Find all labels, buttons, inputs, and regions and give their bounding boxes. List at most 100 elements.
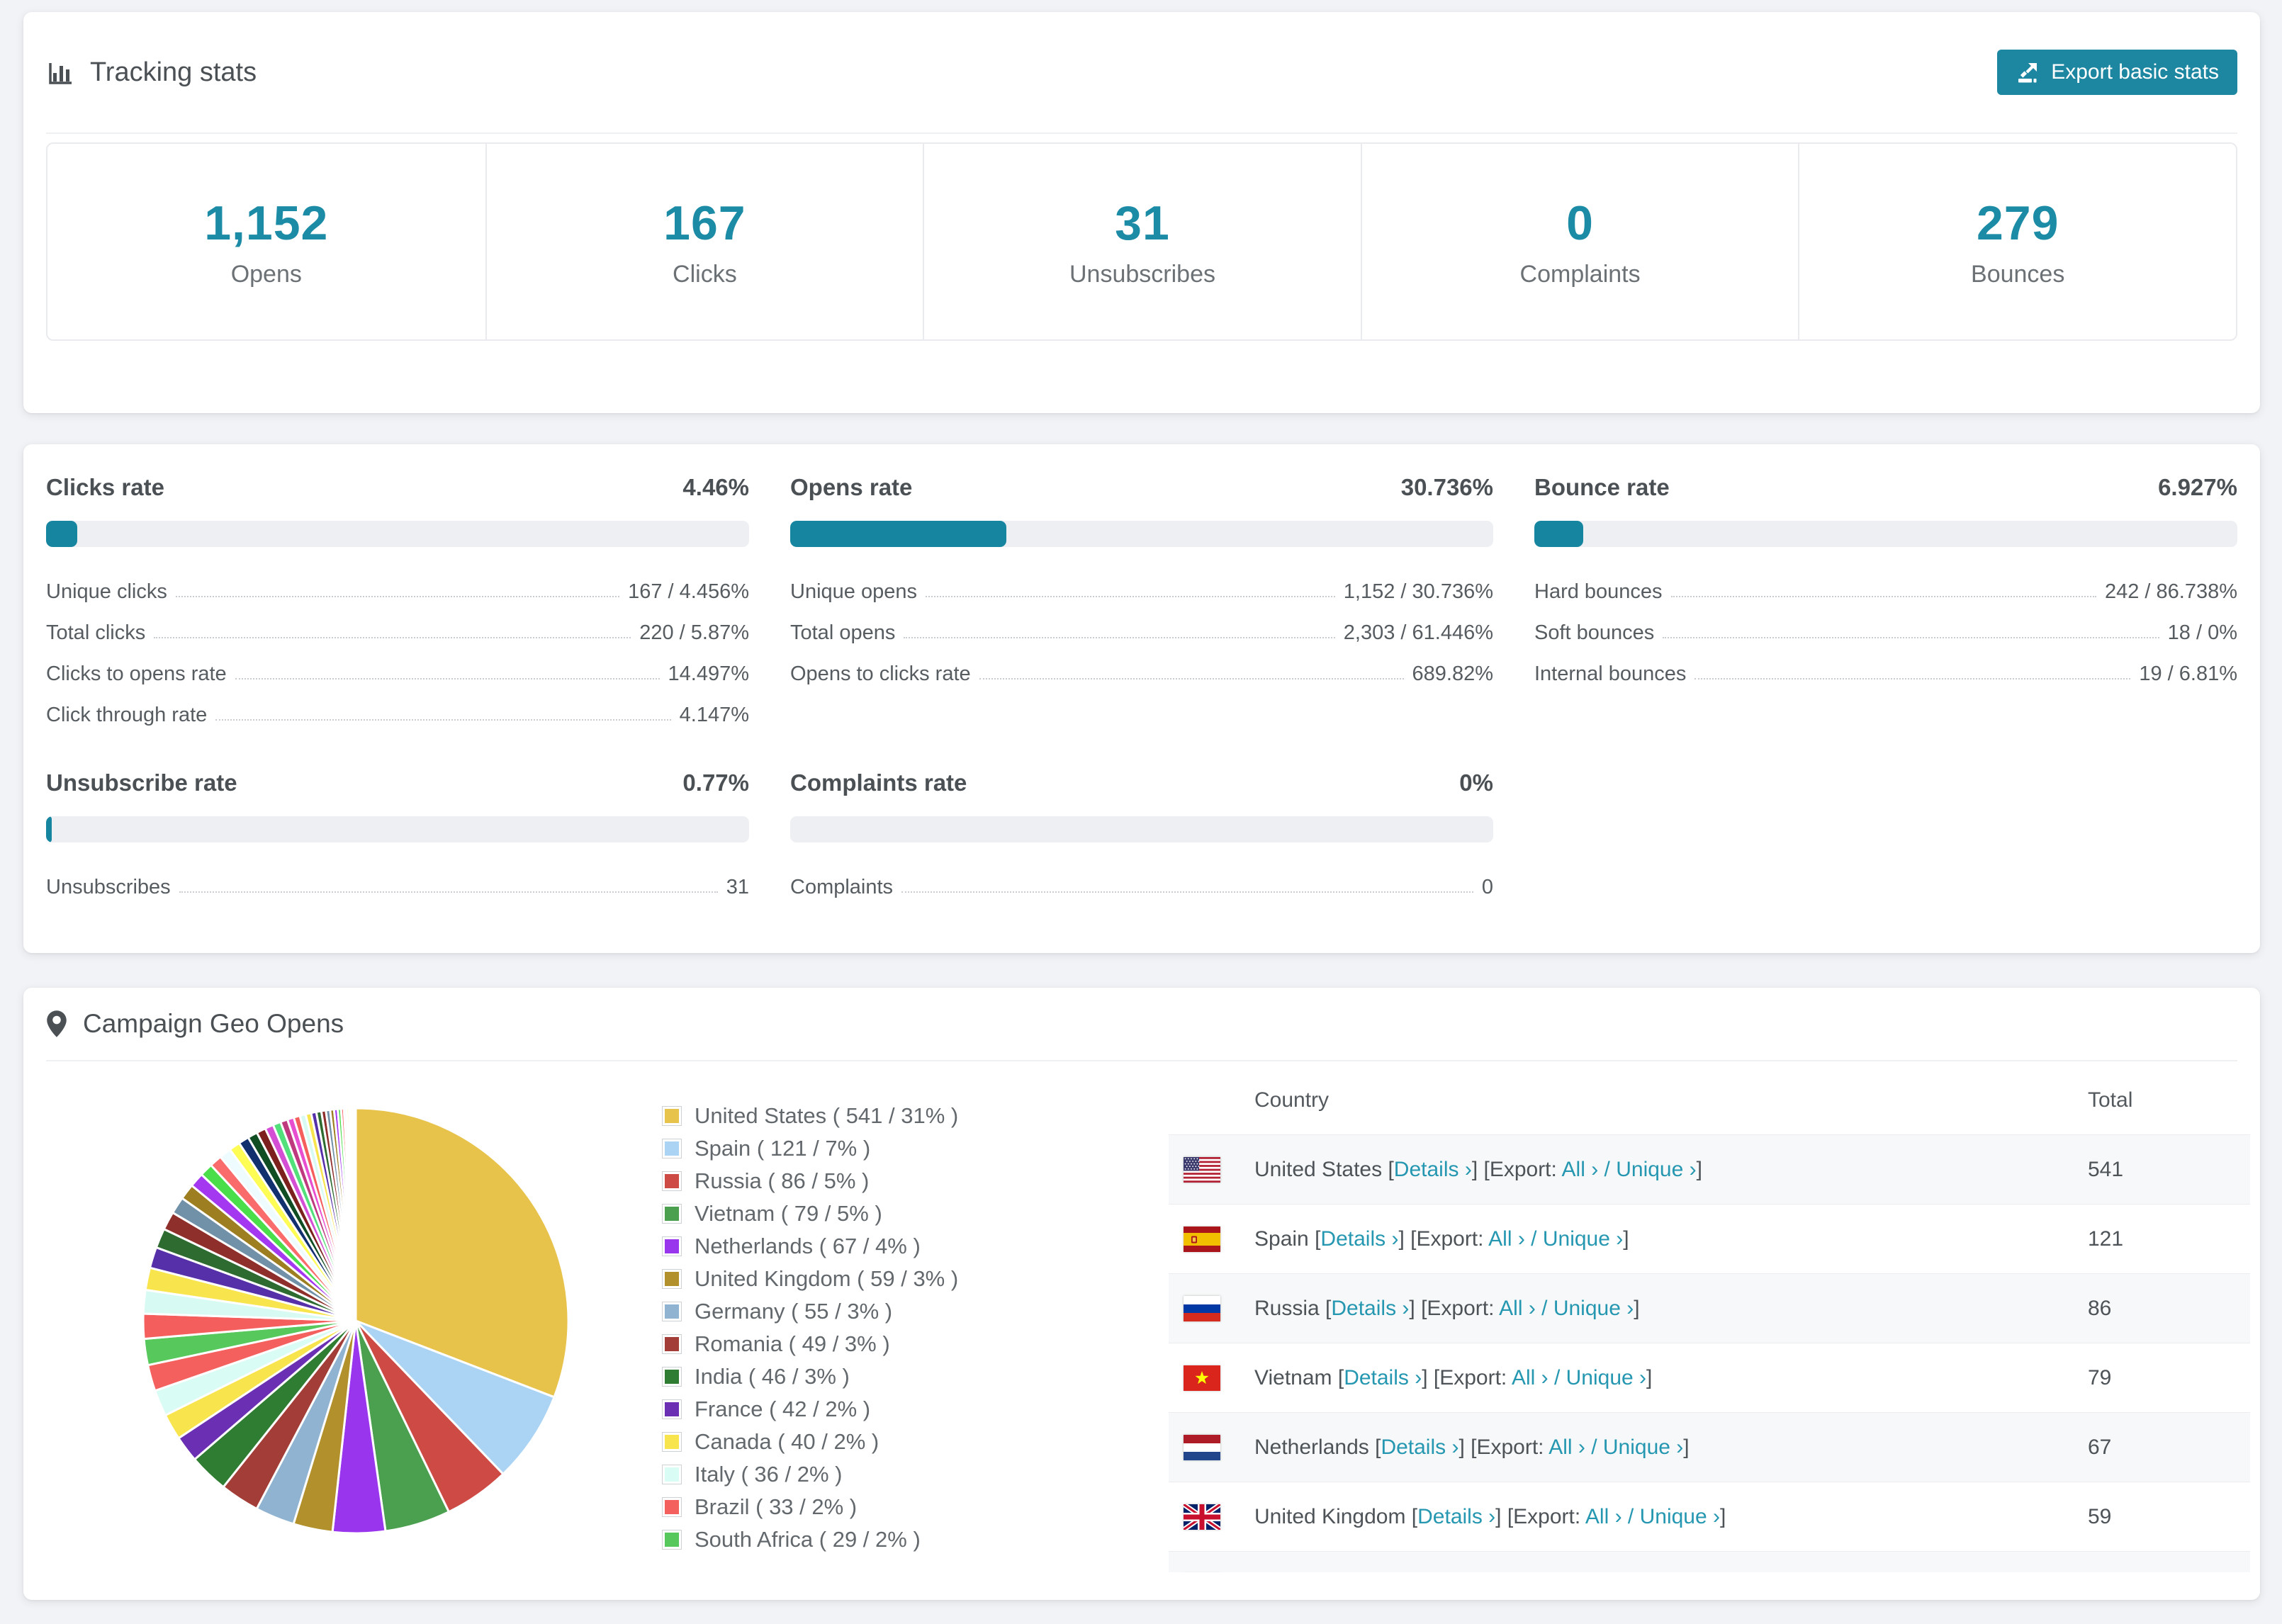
- stat-value: 0: [1566, 196, 1594, 250]
- dotted-leader: [925, 596, 1335, 597]
- rate-progress-fill: [46, 816, 52, 842]
- rate-title: Complaints rate: [790, 769, 967, 796]
- stat-row-label: Hard bounces: [1534, 580, 1663, 603]
- stat-row-unique-clicks: Unique clicks 167 / 4.456%: [46, 563, 749, 604]
- stat-label: Complaints: [1519, 260, 1641, 288]
- stat-row-value: 14.497%: [668, 662, 750, 685]
- export-unique-link[interactable]: Unique ›: [1603, 1436, 1683, 1459]
- page-title: Tracking stats: [90, 57, 257, 87]
- stat-label: Unsubscribes: [1069, 260, 1215, 288]
- export-all-link[interactable]: All ›: [1499, 1297, 1536, 1320]
- flag-icon-ru: [1184, 1295, 1220, 1321]
- legend-swatch: [662, 1269, 682, 1289]
- rate-block-unsubscribe-rate: Unsubscribe rate 0.77% Unsubscribes 31: [46, 769, 749, 899]
- legend-swatch: [662, 1367, 682, 1387]
- details-link[interactable]: Details ›: [1344, 1366, 1422, 1389]
- stat-row-label: Opens to clicks rate: [790, 662, 971, 685]
- legend-label: Spain ( 121 / 7% ): [695, 1136, 871, 1161]
- stat-row-value: 0: [1481, 876, 1493, 898]
- rate-rows: Unique clicks 167 / 4.456% Total clicks 220…: [46, 563, 749, 727]
- stat-row-clicks-to-opens-rate: Clicks to opens rate 14.497%: [46, 645, 749, 686]
- link-separator: /: [1524, 1227, 1543, 1251]
- details-link[interactable]: Details ›: [1381, 1436, 1458, 1459]
- total-cell: 541: [2088, 1157, 2124, 1181]
- rate-value: 4.46%: [682, 474, 749, 500]
- stat-row-opens-to-clicks-rate: Opens to clicks rate 689.82%: [790, 645, 1493, 686]
- dotted-leader: [154, 637, 631, 638]
- rate-progress-fill: [1534, 521, 1583, 547]
- flag-icon-us: [1184, 1156, 1220, 1183]
- export-basic-stats-button[interactable]: Export basic stats: [1997, 50, 2237, 95]
- geo-country-table: Country Total United States [Details ›] …: [1169, 1066, 2250, 1572]
- stat-row-value: 167 / 4.456%: [628, 580, 749, 603]
- export-all-link[interactable]: All ›: [1512, 1366, 1548, 1389]
- stat-value: 167: [663, 196, 746, 250]
- rate-progress-fill: [46, 521, 78, 547]
- stat-row-complaints: Complaints 0: [790, 858, 1493, 899]
- stat-row-internal-bounces: Internal bounces 19 / 6.81%: [1534, 645, 2237, 686]
- export-unique-link[interactable]: Unique ›: [1566, 1366, 1646, 1389]
- export-all-link[interactable]: All ›: [1562, 1158, 1599, 1181]
- stat-row-label: Unique opens: [790, 580, 917, 603]
- details-link[interactable]: Details ›: [1394, 1158, 1472, 1181]
- legend-label: Vietnam ( 79 / 5% ): [695, 1201, 882, 1226]
- rate-header: Clicks rate 4.46%: [46, 474, 749, 501]
- legend-item-france: France ( 42 / 2% ): [662, 1393, 958, 1426]
- rate-rows: Unique opens 1,152 / 30.736% Total opens 2,…: [790, 563, 1493, 686]
- stat-row-value: 4.147%: [679, 704, 749, 726]
- export-button-label: Export basic stats: [2051, 60, 2219, 84]
- rate-title: Unsubscribe rate: [46, 769, 237, 796]
- stat-row-label: Clicks to opens rate: [46, 662, 227, 685]
- export-unique-link[interactable]: Unique ›: [1543, 1227, 1623, 1251]
- legend-item-netherlands: Netherlands ( 67 / 4% ): [662, 1230, 958, 1263]
- pie-slice-unlabeled: [354, 1107, 357, 1322]
- stat-row-click-through-rate: Click through rate 4.147%: [46, 686, 749, 727]
- geo-pie-legend: United States ( 541 / 31% ) Spain ( 121 /…: [662, 1100, 958, 1556]
- export-unique-link[interactable]: Unique ›: [1616, 1158, 1696, 1181]
- country-name: United States: [1254, 1157, 1383, 1181]
- export-all-link[interactable]: All ›: [1585, 1505, 1622, 1528]
- stat-row-label: Complaints: [790, 876, 894, 898]
- stat-row-label: Total opens: [790, 621, 896, 644]
- stat-row-label: Internal bounces: [1534, 662, 1687, 685]
- stat-row-total-opens: Total opens 2,303 / 61.446%: [790, 604, 1493, 645]
- link-separator: /: [1535, 1296, 1553, 1320]
- summary-stats-container: 1,152 Opens 167 Clicks 31 Unsubscribes 0 Compla…: [46, 142, 2237, 341]
- country-cell: United States [Details ›] [Export: All ›…: [1254, 1157, 1702, 1181]
- legend-item-spain: Spain ( 121 / 7% ): [662, 1132, 958, 1165]
- stat-row-value: 1,152 / 30.736%: [1343, 580, 1493, 603]
- stat-row-unsubscribes: Unsubscribes 31: [46, 858, 749, 899]
- dotted-leader: [235, 678, 660, 680]
- legend-label: Russia ( 86 / 5% ): [695, 1168, 870, 1193]
- stat-row-label: Click through rate: [46, 704, 208, 726]
- legend-item-united-kingdom: United Kingdom ( 59 / 3% ): [662, 1263, 958, 1295]
- stat-label: Bounces: [1971, 260, 2065, 288]
- country-name: Spain: [1254, 1227, 1309, 1251]
- rate-title: Bounce rate: [1534, 474, 1670, 500]
- export-all-link[interactable]: All ›: [1488, 1227, 1525, 1251]
- table-row-netherlands: Netherlands [Details ›] [Export: All › /…: [1169, 1412, 2250, 1482]
- total-cell: 67: [2088, 1435, 2112, 1459]
- rate-value: 0%: [1459, 769, 1493, 796]
- details-link[interactable]: Details ›: [1331, 1297, 1409, 1320]
- rate-header: Opens rate 30.736%: [790, 474, 1493, 501]
- legend-swatch: [662, 1465, 682, 1484]
- total-column-header: Total: [2088, 1088, 2133, 1112]
- details-link[interactable]: Details ›: [1417, 1505, 1495, 1528]
- export-unique-link[interactable]: Unique ›: [1553, 1297, 1634, 1320]
- rate-block-bounce-rate: Bounce rate 6.927% Hard bounces 242 / 86.73…: [1534, 474, 2237, 727]
- link-separator: /: [1598, 1157, 1617, 1181]
- legend-label: South Africa ( 29 / 2% ): [695, 1527, 921, 1552]
- country-cell: Vietnam [Details ›] [Export: All › / Uni…: [1254, 1365, 1653, 1389]
- stat-label: Opens: [230, 260, 302, 288]
- flag-icon-vn: [1184, 1365, 1220, 1391]
- dotted-leader: [215, 719, 671, 721]
- details-link[interactable]: Details ›: [1320, 1227, 1398, 1251]
- export-unique-link[interactable]: Unique ›: [1640, 1505, 1720, 1528]
- legend-label: Romania ( 49 / 3% ): [695, 1331, 890, 1356]
- legend-label: Netherlands ( 67 / 4% ): [695, 1234, 921, 1258]
- export-all-link[interactable]: All ›: [1548, 1436, 1585, 1459]
- country-cell: Netherlands [Details ›] [Export: All › /…: [1254, 1435, 1690, 1459]
- stat-row-value: 31: [726, 876, 749, 898]
- flag-icon-nl: [1184, 1434, 1220, 1460]
